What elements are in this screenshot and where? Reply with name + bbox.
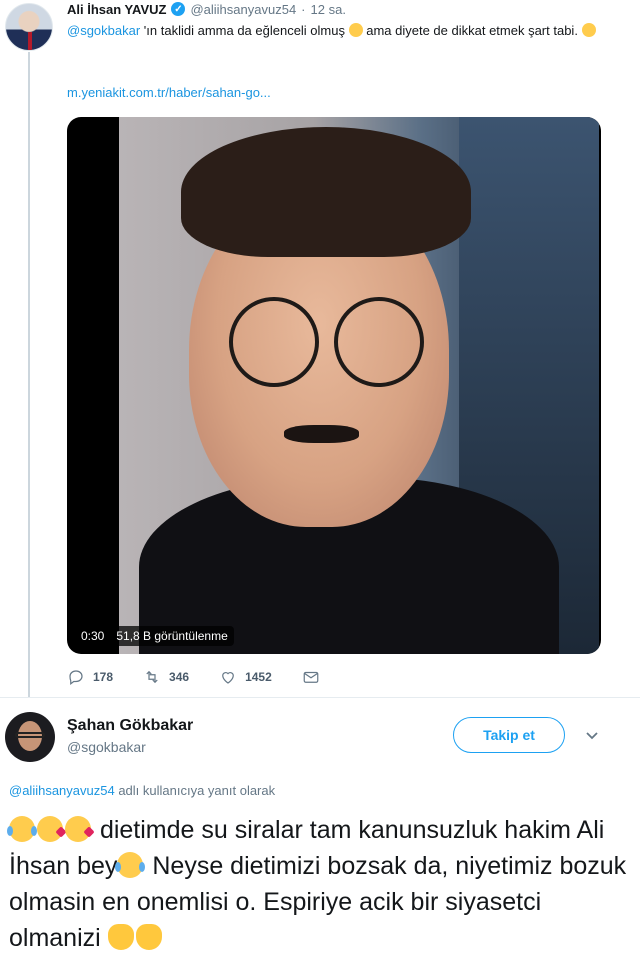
article-link[interactable]: m.yeniakit.com.tr/haber/sahan-go...	[67, 85, 271, 100]
tweet-original: Ali İhsan YAVUZ ✓ @aliihsanyavuz54 · 12 …	[0, 0, 640, 697]
kiss-emoji	[37, 816, 63, 842]
reply-author-avatar[interactable]	[5, 712, 55, 762]
like-count: 1452	[245, 670, 272, 684]
chevron-down-icon	[586, 732, 598, 740]
message-icon	[303, 671, 319, 683]
like-icon	[222, 672, 234, 684]
video-frame	[119, 117, 599, 654]
laughing-emoji	[348, 23, 363, 37]
reply-tweet-text: dietimde su siralar tam kanunsuzluk haki…	[7, 812, 634, 956]
kiss-emoji	[65, 816, 91, 842]
more-options-button[interactable]	[585, 729, 599, 741]
replying-to-line: @aliihsanyavuz54 adlı kullanıcıya yanıt …	[9, 783, 275, 798]
retweet-icon	[146, 670, 158, 684]
retweet-button[interactable]: 346	[143, 668, 189, 686]
reply-count: 178	[93, 670, 114, 684]
video-duration: 0:30	[81, 629, 105, 643]
reply-icon	[69, 670, 83, 685]
laughing-emoji	[115, 852, 146, 878]
replying-to-suffix: adlı kullanıcıya yanıt olarak	[114, 783, 276, 798]
tweet-timestamp[interactable]: 12 sa.	[311, 2, 346, 17]
tweet-divider	[0, 697, 640, 698]
mention-link[interactable]: @sgokbakar	[67, 23, 140, 38]
laughing-emoji	[7, 816, 37, 842]
tweet-actions: 178 346 1452	[67, 668, 350, 686]
tweet-text: @sgokbakar 'ın taklidi amma da eğlenceli…	[67, 21, 617, 40]
tweet-header: Ali İhsan YAVUZ ✓ @aliihsanyavuz54 · 12 …	[67, 0, 346, 18]
author-avatar[interactable]	[5, 3, 53, 51]
replying-to-mention[interactable]: @aliihsanyavuz54	[9, 783, 115, 798]
video-player[interactable]: 0:30 51,8 B görüntülenme	[67, 117, 601, 654]
video-views: 51,8 B görüntülenme	[116, 629, 228, 643]
like-button[interactable]: 1452	[219, 668, 272, 686]
direct-message-button[interactable]	[302, 668, 320, 686]
reply-author-handle[interactable]: @sgokbakar	[67, 739, 146, 755]
author-handle[interactable]: @aliihsanyavuz54	[190, 2, 296, 17]
clap-emoji	[135, 924, 162, 950]
author-name[interactable]: Ali İhsan YAVUZ	[67, 2, 166, 17]
follow-button[interactable]: Takip et	[453, 717, 565, 753]
retweet-count: 346	[169, 670, 190, 684]
tweet-text-part: ama diyete de dikkat etmek şart tabi.	[362, 23, 582, 38]
video-info-badge: 0:30 51,8 B görüntülenme	[75, 626, 234, 646]
reply-button[interactable]: 178	[67, 668, 113, 686]
tweet-text-part: 'ın taklidi amma da eğlenceli olmuş	[140, 23, 349, 38]
separator-dot: ·	[301, 1, 306, 17]
wink-emoji	[581, 23, 596, 37]
reply-author-name[interactable]: Şahan Gökbakar	[67, 717, 193, 735]
verified-badge-icon: ✓	[171, 2, 186, 16]
thread-connector-line	[28, 52, 30, 697]
clap-emoji	[107, 924, 134, 950]
